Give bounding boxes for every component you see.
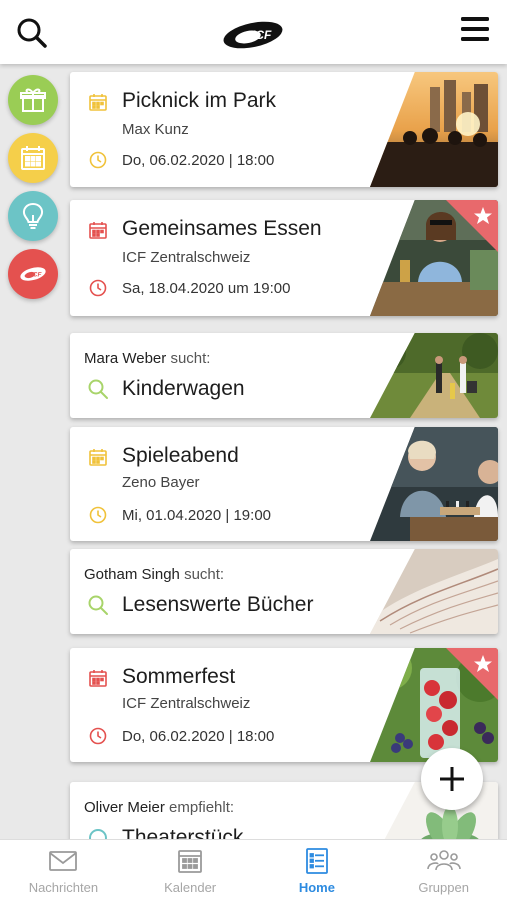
nav-label: Home xyxy=(298,880,335,895)
request-card[interactable]: Gotham Singh sucht: Lesenswerte Bücher xyxy=(70,549,498,634)
event-card[interactable]: Sommerfest ICF Zentralschweiz Do, 06.02.… xyxy=(70,648,498,762)
nav-label: Kalender xyxy=(164,880,217,895)
calendar-icon xyxy=(89,94,107,111)
chess-photo xyxy=(370,427,498,541)
book-photo xyxy=(370,549,498,634)
calendar-filter-button[interactable] xyxy=(8,133,58,183)
clock-icon xyxy=(89,727,107,745)
calendar-icon xyxy=(178,850,203,873)
park-walk-photo xyxy=(370,333,498,418)
event-date: Do, 06.02.2020 | 18:00 xyxy=(122,728,275,745)
request-card[interactable]: Mara Weber sucht: Kinderwagen xyxy=(70,333,498,418)
event-organizer: Zeno Bayer xyxy=(122,474,200,491)
list-icon xyxy=(305,848,328,874)
nav-label: Nachrichten xyxy=(28,880,99,895)
calendar-icon xyxy=(89,449,107,466)
plus-icon xyxy=(440,767,464,791)
nav-home[interactable]: Home xyxy=(254,840,381,900)
event-title: Gemeinsames Essen xyxy=(122,217,322,240)
group-icon xyxy=(426,850,461,871)
icf-logo[interactable]: ICF xyxy=(222,18,286,52)
event-card[interactable]: Spieleabend Zeno Bayer Mi, 01.04.2020 | … xyxy=(70,427,498,541)
request-title: Lesenswerte Bücher xyxy=(122,593,314,616)
bottom-navigation: Nachrichten Kalender Home Gruppen xyxy=(0,839,507,900)
event-date: Sa, 18.04.2020 um 19:00 xyxy=(122,280,291,297)
clock-icon xyxy=(89,151,107,169)
event-title: Spieleabend xyxy=(122,444,239,467)
logo-text: ICF xyxy=(252,28,272,42)
recommendation-verb: empfiehlt: xyxy=(169,799,235,816)
event-title: Picknick im Park xyxy=(122,89,277,112)
add-button[interactable] xyxy=(421,748,483,810)
event-organizer: Max Kunz xyxy=(122,121,189,138)
request-verb: sucht: xyxy=(170,350,211,367)
event-card[interactable]: Picknick im Park Max Kunz Do, 06.02.2020… xyxy=(70,72,498,187)
request-title: Kinderwagen xyxy=(122,377,245,400)
clock-icon xyxy=(89,506,107,524)
recommendation-author: Oliver Meier empfiehlt: xyxy=(84,799,234,816)
search-icon[interactable] xyxy=(14,15,50,51)
calendar-icon xyxy=(89,222,107,239)
nav-nachrichten[interactable]: Nachrichten xyxy=(0,840,127,900)
clock-icon xyxy=(89,279,107,297)
author-name: Oliver Meier xyxy=(84,799,165,816)
event-card[interactable]: Gemeinsames Essen ICF Zentralschweiz Sa,… xyxy=(70,200,498,316)
gift-filter-button[interactable] xyxy=(8,75,58,125)
icf-filter-button[interactable]: ICF xyxy=(8,249,58,299)
mail-icon xyxy=(49,851,78,871)
event-organizer: ICF Zentralschweiz xyxy=(122,249,251,266)
top-bar: ICF xyxy=(0,0,507,64)
featured-ribbon xyxy=(446,200,498,252)
event-date: Do, 06.02.2020 | 18:00 xyxy=(122,152,275,169)
calendar-icon xyxy=(21,146,45,170)
request-author: Gotham Singh sucht: xyxy=(84,566,224,583)
author-name: Gotham Singh xyxy=(84,566,180,583)
icf-logo-icon: ICF xyxy=(20,267,46,281)
nav-gruppen[interactable]: Gruppen xyxy=(380,840,507,900)
park-photo xyxy=(370,72,498,187)
event-date: Mi, 01.04.2020 | 19:00 xyxy=(122,507,272,524)
event-title: Sommerfest xyxy=(122,665,236,688)
rail-icf-text: ICF xyxy=(31,272,43,279)
request-verb: sucht: xyxy=(184,566,225,583)
search-icon xyxy=(88,595,108,615)
nav-label: Gruppen xyxy=(418,880,469,895)
gift-icon xyxy=(20,88,46,112)
request-author: Mara Weber sucht: xyxy=(84,350,210,367)
nav-kalender[interactable]: Kalender xyxy=(127,840,254,900)
event-organizer: ICF Zentralschweiz xyxy=(122,695,251,712)
calendar-icon xyxy=(89,670,107,687)
search-icon xyxy=(88,379,108,399)
featured-ribbon xyxy=(446,648,498,700)
menu-icon[interactable] xyxy=(458,14,492,44)
lightbulb-icon xyxy=(22,202,44,229)
author-name: Mara Weber xyxy=(84,350,167,367)
idea-filter-button[interactable] xyxy=(8,191,58,241)
